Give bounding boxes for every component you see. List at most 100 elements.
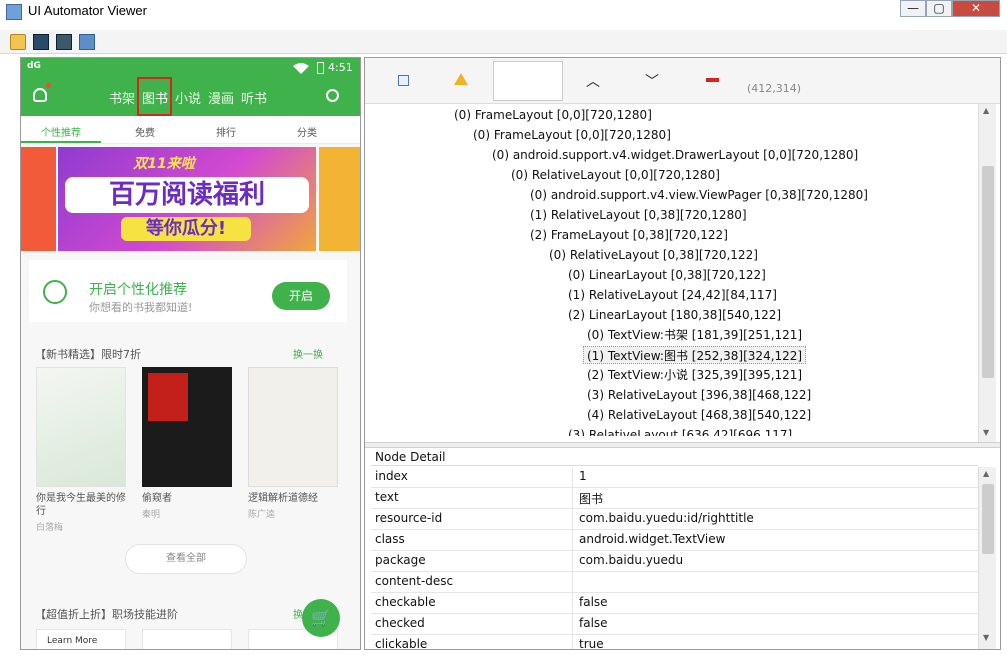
scroll-down-icon[interactable]: ▼ xyxy=(983,633,989,642)
enable-button[interactable]: 开启 xyxy=(272,282,330,310)
column-divider xyxy=(572,572,573,593)
scroll-up-icon[interactable]: ▲ xyxy=(983,469,989,478)
book-cover[interactable] xyxy=(142,367,232,487)
chevron-down-icon[interactable]: ﹀ xyxy=(645,71,659,91)
book-cover[interactable] xyxy=(36,367,126,487)
wifi-icon xyxy=(293,63,309,74)
column-divider xyxy=(572,614,573,635)
carrier-label: dG xyxy=(27,61,41,71)
banner-line3: 等你瓜分! xyxy=(121,217,251,241)
scroll-thumb[interactable] xyxy=(982,166,994,378)
prop-key: resource-id xyxy=(375,511,443,525)
table-row[interactable]: class android.widget.TextView xyxy=(371,530,978,551)
search-input[interactable] xyxy=(493,61,563,101)
prop-key: text xyxy=(375,490,399,504)
tree-node-selected[interactable]: (1) TextView:图书 [252,38][324,122] xyxy=(583,346,807,364)
tab-novels[interactable]: 小说 xyxy=(175,88,201,107)
table-row[interactable]: package com.baidu.yuedu xyxy=(371,551,978,572)
node-detail-header: Node Detail xyxy=(371,449,978,466)
scroll-down-icon[interactable]: ▼ xyxy=(983,428,989,437)
subtab-recommend[interactable]: 个性推荐 xyxy=(41,124,81,139)
status-time: 4:51 xyxy=(328,61,353,74)
view-all-button[interactable]: 查看全部 xyxy=(125,544,247,574)
maximize-button[interactable]: ▢ xyxy=(926,0,952,17)
device-screenshot-panel[interactable]: dG 4:51 书架 图书 小说 漫画 听书 个性推荐 免费 排行 分类 双11… xyxy=(20,57,361,650)
tree-node[interactable]: (2) FrameLayout [0,38][720,122] xyxy=(530,226,728,244)
tree-node[interactable]: (3) RelativeLayout [636,42][696,117] xyxy=(568,426,792,436)
tree-node[interactable]: (2) LinearLayout [180,38][540,122] xyxy=(568,306,781,324)
tree-node[interactable]: (1) RelativeLayout [0,38][720,1280] xyxy=(530,206,747,224)
prop-key: checked xyxy=(375,616,425,630)
close-button[interactable]: ✕ xyxy=(952,0,1000,17)
section-title: 【超值折上折】职场技能进阶 xyxy=(35,608,178,621)
open-folder-icon[interactable] xyxy=(10,34,26,50)
column-divider xyxy=(572,593,573,614)
book-thumbnail[interactable]: Learn More xyxy=(36,629,126,649)
cart-icon[interactable]: 🛒 xyxy=(302,599,340,637)
subtab-category[interactable]: 分类 xyxy=(297,124,317,139)
book-thumbnail[interactable] xyxy=(142,629,232,649)
battery-icon xyxy=(317,62,324,74)
detail-scrollbar[interactable]: ▲ ▼ xyxy=(978,467,996,649)
table-row[interactable]: checkable false xyxy=(371,593,978,614)
tree-node[interactable]: (0) TextView:书架 [181,39][251,121] xyxy=(587,326,802,344)
book-title[interactable]: 偷窥者 xyxy=(142,492,238,505)
tree-node[interactable]: (0) RelativeLayout [0,0][720,1280] xyxy=(511,166,720,184)
node-detail-table: index 1 text 图书 resource-id com.baidu.yuedu… xyxy=(371,467,978,649)
panel-splitter[interactable] xyxy=(365,442,1000,448)
tree-node[interactable]: (1) RelativeLayout [24,42][84,117] xyxy=(568,286,777,304)
subtab-ranking[interactable]: 排行 xyxy=(216,124,236,139)
expand-all-icon[interactable] xyxy=(398,75,409,86)
table-row[interactable]: resource-id com.baidu.yuedu:id/righttitle xyxy=(371,509,978,530)
device-screenshot-icon[interactable] xyxy=(33,34,49,50)
tab-bookshelf[interactable]: 书架 xyxy=(109,88,135,107)
banner-right xyxy=(319,147,360,251)
banner-line1: 双11来啦 xyxy=(133,156,195,172)
lightbulb-icon xyxy=(43,280,67,304)
tree-node[interactable]: (3) RelativeLayout [396,38][468,122] xyxy=(587,386,811,404)
prop-value: 图书 xyxy=(579,492,604,506)
search-icon[interactable] xyxy=(326,89,339,102)
book-title[interactable]: 逻辑解析道德经 xyxy=(248,492,344,505)
tab-audio[interactable]: 听书 xyxy=(241,88,267,107)
book-cover[interactable] xyxy=(248,367,338,487)
tree-node[interactable]: (0) LinearLayout [0,38][720,122] xyxy=(568,266,766,284)
table-row[interactable]: checked false xyxy=(371,614,978,635)
tree-node[interactable]: (0) FrameLayout [0,0][720,1280] xyxy=(454,106,652,124)
warning-icon[interactable] xyxy=(454,73,468,85)
tree-node[interactable]: (0) android.support.v4.widget.DrawerLayo… xyxy=(492,146,858,164)
table-row[interactable]: text 图书 xyxy=(371,488,978,509)
book-author: 陈广逵 xyxy=(248,510,276,520)
title-bar: UI Automator Viewer — ▢ ✕ xyxy=(0,0,1007,28)
refresh-link[interactable]: 换一换 xyxy=(293,346,323,361)
scroll-up-icon[interactable]: ▲ xyxy=(983,106,989,115)
prop-key: package xyxy=(375,553,426,567)
subtab-free[interactable]: 免费 xyxy=(135,124,155,139)
prop-value: android.widget.TextView xyxy=(579,532,726,546)
status-bar: dG 4:51 xyxy=(21,58,360,78)
prop-value: com.baidu.yuedu xyxy=(579,553,684,567)
section-title: 【新书精选】限时7折 xyxy=(35,348,141,361)
scroll-thumb[interactable] xyxy=(982,484,994,554)
tree-node[interactable]: (0) RelativeLayout [0,38][720,122] xyxy=(549,246,758,264)
device-screenshot-compressed-icon[interactable] xyxy=(56,34,72,50)
tab-comics[interactable]: 漫画 xyxy=(208,88,234,107)
tree-node[interactable]: (0) FrameLayout [0,0][720,1280] xyxy=(473,126,671,144)
chevron-up-icon[interactable]: ︿ xyxy=(586,71,600,91)
save-icon[interactable] xyxy=(79,34,95,50)
table-row[interactable]: index 1 xyxy=(371,467,978,488)
minimize-button[interactable]: — xyxy=(900,0,926,17)
tree-node[interactable]: (4) RelativeLayout [468,38][540,122] xyxy=(587,406,811,424)
clear-icon[interactable] xyxy=(706,78,719,82)
table-row[interactable]: content-desc xyxy=(371,572,978,593)
table-row[interactable]: clickable true xyxy=(371,635,978,649)
tree-scrollbar[interactable]: ▲ ▼ xyxy=(978,104,996,442)
recommendation-card: 开启个性化推荐 你想看的书我都知道! 开启 xyxy=(29,260,347,322)
book-title[interactable]: 你是我今生最美的修行 xyxy=(36,492,132,518)
hierarchy-tree[interactable]: (0) FrameLayout [0,0][720,1280] (0) Fram… xyxy=(371,106,978,436)
user-icon[interactable] xyxy=(33,88,47,102)
prop-value: false xyxy=(579,595,608,609)
promo-banner[interactable]: 双11来啦 百万阅读福利 等你瓜分! xyxy=(21,147,360,251)
tree-node[interactable]: (0) android.support.v4.view.ViewPager [0… xyxy=(530,186,868,204)
tree-node[interactable]: (2) TextView:小说 [325,39][395,121] xyxy=(587,366,802,384)
